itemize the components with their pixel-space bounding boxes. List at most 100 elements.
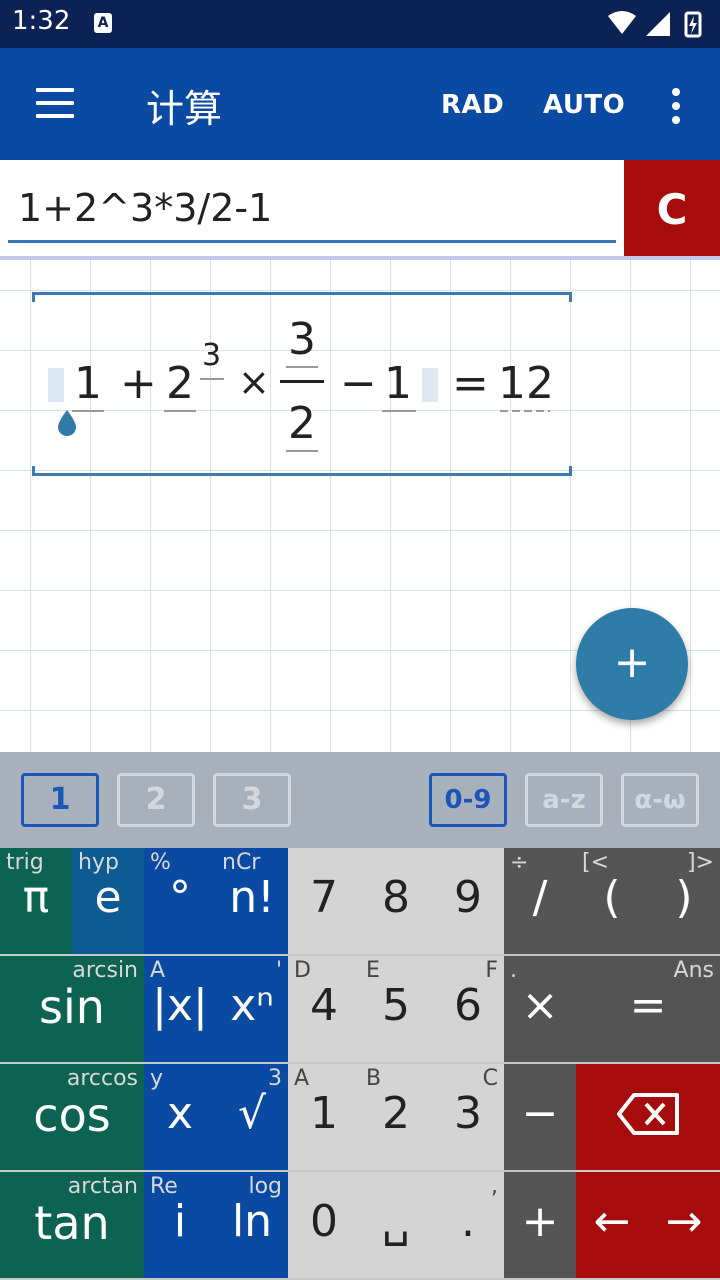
key-label: 6 (454, 980, 482, 1031)
imaginary-i-key[interactable]: Re i (144, 1172, 216, 1280)
angle-mode-button[interactable]: RAD (441, 90, 504, 120)
math-token: 1 (384, 358, 412, 409)
keypad: trig π hyp e% ° nCr n! 7 8 9 ÷ ∕ [<(]>) arcsin sin A |x|… (0, 848, 720, 1280)
key-label: 4 (310, 980, 338, 1031)
math-operator: − (340, 358, 377, 409)
key-label: 8 (382, 872, 410, 923)
digit-4-key[interactable]: D4 (288, 956, 360, 1064)
key-label: ␣ (382, 1196, 410, 1247)
key-label: π (22, 872, 50, 923)
status-icons (608, 11, 702, 38)
key-label: xⁿ (230, 980, 274, 1031)
key-label: 2 (382, 1088, 410, 1139)
key-label: n! (229, 872, 275, 923)
cursor-handle-icon[interactable] (56, 408, 78, 438)
cursor-left-key[interactable]: ← (576, 1172, 648, 1280)
key-label: ← (593, 1196, 631, 1247)
math-operator: × (238, 360, 270, 404)
key-label: |x| (152, 980, 208, 1031)
math-denominator: 2 (288, 398, 316, 449)
close-paren-key[interactable]: ]>) (648, 848, 720, 956)
key-label: √ (237, 1088, 267, 1139)
digit-9-key[interactable]: 9 (432, 848, 504, 956)
latin-letters-tab[interactable]: a-z (525, 773, 603, 827)
minus-key[interactable]: − (504, 1064, 576, 1172)
key-label: 0 (310, 1196, 338, 1247)
divide-key[interactable]: ÷ ∕ (504, 848, 576, 956)
factorial-key[interactable]: nCr n! (216, 848, 288, 956)
backspace-icon (617, 1093, 679, 1135)
menu-icon[interactable] (36, 88, 76, 120)
digit-0-key[interactable]: 0 (288, 1172, 360, 1280)
key-label: ( (603, 872, 621, 923)
page-title: 计算 (146, 87, 223, 131)
digit-5-key[interactable]: E5 (360, 956, 432, 1064)
digit-1-key[interactable]: A1 (288, 1064, 360, 1172)
fraction-bar (280, 380, 324, 383)
result-mode-button[interactable]: AUTO (543, 90, 625, 120)
key-label: = (629, 980, 667, 1031)
key-label: + (521, 1196, 559, 1247)
math-operator: + (120, 358, 157, 409)
status-time: 1:32 (12, 6, 71, 36)
greek-letters-tab[interactable]: α-ω (621, 773, 699, 827)
pi-key[interactable]: trig π (0, 848, 72, 956)
degree-key[interactable]: % ° (144, 848, 216, 956)
digit-2-key[interactable]: B2 (360, 1064, 432, 1172)
key-label: ) (675, 872, 693, 923)
open-paren-key[interactable]: [<( (576, 848, 648, 956)
tan-key[interactable]: arctan tan (0, 1172, 144, 1280)
expression-input[interactable]: 1+2^3*3/2-1 (18, 186, 272, 230)
clear-button[interactable]: C (624, 160, 720, 257)
digit-6-key[interactable]: F6 (432, 956, 504, 1064)
key-label: 5 (382, 980, 410, 1031)
keyboard-page-2-tab[interactable]: 2 (117, 773, 195, 827)
abs-key[interactable]: A |x| (144, 956, 216, 1064)
cos-key[interactable]: arccos cos (0, 1064, 144, 1172)
math-numerator: 3 (288, 314, 316, 365)
space-key[interactable]: ␣ (360, 1172, 432, 1280)
sqrt-key[interactable]: 3 √ (216, 1064, 288, 1172)
math-display[interactable]: 1 + 2 3 × 3 2 − 1 = 12 (32, 292, 572, 476)
cursor-right-key[interactable]: → (648, 1172, 720, 1280)
key-label: 3 (454, 1088, 482, 1139)
multiply-key[interactable]: . × (504, 956, 576, 1064)
keyboard-page-1-tab[interactable]: 1 (21, 773, 99, 827)
key-label: ∕ (532, 872, 548, 923)
keyboard-page-3-tab[interactable]: 3 (213, 773, 291, 827)
signal-icon (646, 12, 670, 36)
math-token: 1 (74, 358, 102, 409)
key-label: → (665, 1196, 703, 1247)
equals-key[interactable]: Ans = (576, 956, 720, 1064)
status-bar: 1:32 A (0, 0, 720, 48)
ln-key[interactable]: log ln (216, 1172, 288, 1280)
key-label: e (94, 872, 122, 923)
key-label: sin (39, 980, 105, 1034)
expression-row: 1+2^3*3/2-1 C (0, 160, 720, 258)
math-token: 2 (166, 358, 194, 409)
decimal-key[interactable]: ,. (432, 1172, 504, 1280)
digit-3-key[interactable]: C3 (432, 1064, 504, 1172)
more-options-icon[interactable] (668, 86, 684, 126)
key-label: i (173, 1196, 187, 1247)
key-label: × (521, 980, 559, 1031)
key-label: ° (169, 872, 191, 923)
backspace-key[interactable] (576, 1064, 720, 1172)
key-label: tan (34, 1196, 110, 1250)
plus-key[interactable]: + (504, 1172, 576, 1280)
variable-x-key[interactable]: yx (144, 1064, 216, 1172)
math-result: 12 (498, 358, 554, 409)
digit-8-key[interactable]: 8 (360, 848, 432, 956)
key-label: cos (33, 1088, 111, 1142)
wifi-icon (608, 11, 636, 34)
key-label: ln (231, 1196, 273, 1247)
digits-tab[interactable]: 0-9 (429, 773, 507, 827)
key-label: 7 (310, 872, 338, 923)
digit-7-key[interactable]: 7 (288, 848, 360, 956)
sin-key[interactable]: arcsin sin (0, 956, 144, 1064)
add-button[interactable]: + (576, 608, 688, 720)
power-key[interactable]: ' xⁿ (216, 956, 288, 1064)
key-label: . (461, 1196, 475, 1247)
keyboard-tab-strip: 1 2 3 0-9 a-z α-ω (0, 752, 720, 848)
e-key[interactable]: hyp e (72, 848, 144, 956)
